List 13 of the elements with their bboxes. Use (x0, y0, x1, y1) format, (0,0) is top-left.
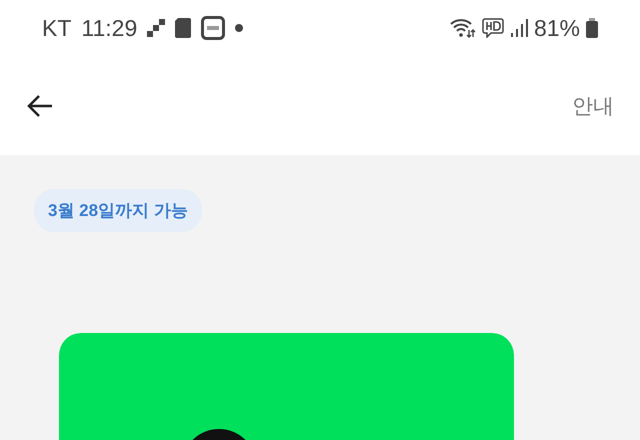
battery-percent: 81% (534, 14, 580, 42)
availability-badge: 3월 28일까지 가능 (34, 189, 202, 232)
stairs-icon (147, 19, 166, 37)
battery-icon (586, 18, 598, 38)
app-icon (201, 16, 226, 40)
hd-voice-icon (482, 18, 504, 38)
sd-card-icon (175, 18, 192, 38)
signal-icon (510, 19, 528, 37)
wifi-icon (450, 18, 476, 38)
info-link[interactable]: 안내 (572, 92, 614, 120)
dot-icon (235, 24, 244, 32)
clock-time: 11:29 (81, 14, 138, 42)
carrier-label: KT (42, 14, 72, 42)
